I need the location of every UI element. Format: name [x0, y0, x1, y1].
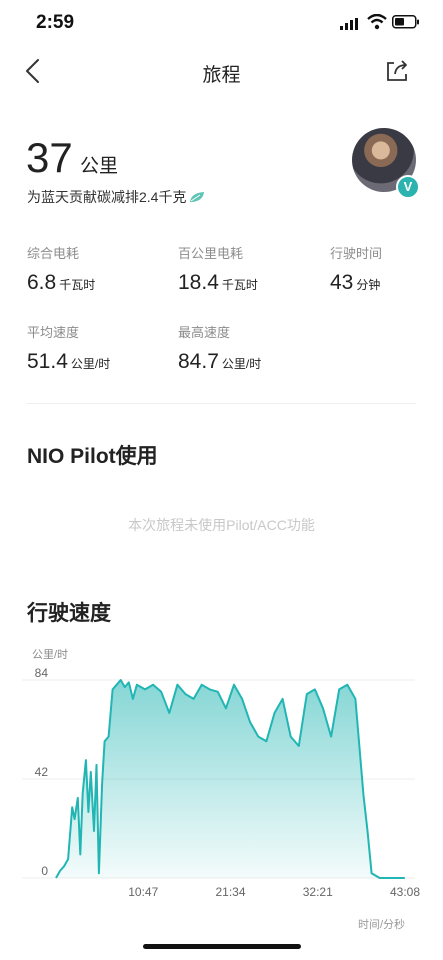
pilot-empty-note: 本次旅程未使用Pilot/ACC功能	[128, 517, 315, 533]
stat-label: 百公里电耗	[178, 246, 244, 261]
section-divider	[26, 403, 416, 404]
stat-unit: 千瓦时	[221, 278, 258, 292]
verified-badge-icon: V	[396, 175, 420, 199]
cellular-signal-icon	[340, 17, 360, 35]
chart-y-tick-label: 84	[35, 666, 49, 680]
speed-section-title: 行驶速度	[27, 602, 111, 625]
page-title: 旅程	[202, 65, 241, 86]
chart-x-tick-label: 43:08	[390, 885, 420, 899]
carbon-reduction: 为蓝天贡献碳减排2.4千克	[27, 187, 205, 207]
chart-x-tick-label: 21:34	[215, 885, 245, 899]
stat-label: 平均速度	[27, 325, 80, 340]
chart-x-axis-label: 时间/分秒	[358, 919, 406, 931]
status-time: 2:59	[36, 12, 75, 33]
stat-unit: 分钟	[356, 278, 381, 292]
stat-max-speed: 最高速度 84.7 公里/时	[178, 322, 261, 374]
chart-x-tick-label: 32:21	[303, 885, 333, 899]
carbon-text: 为蓝天贡献碳减排2.4千克	[27, 189, 187, 205]
distance-unit: 公里	[80, 156, 119, 177]
chart-y-tick-label: 42	[35, 765, 49, 779]
stat-unit: 公里/时	[221, 357, 262, 371]
stat-energy-per-100km: 百公里电耗 18.4 千瓦时	[178, 243, 258, 295]
stat-average-speed: 平均速度 51.4 公里/时	[27, 322, 110, 374]
stat-driving-time: 行驶时间 43 分钟	[330, 243, 382, 295]
stat-total-energy: 综合电耗 6.8 千瓦时	[27, 243, 95, 295]
pilot-section-title: NIO Pilot使用	[27, 445, 158, 468]
share-button[interactable]	[384, 58, 412, 89]
stat-value: 6.8	[27, 271, 57, 294]
stat-value: 43	[330, 271, 354, 294]
wifi-icon	[367, 13, 387, 35]
stat-value: 51.4	[27, 350, 68, 373]
stat-label: 行驶时间	[330, 246, 383, 261]
chart-area-fill	[56, 680, 405, 878]
chart-x-tick-label: 10:47	[128, 885, 158, 899]
home-indicator	[143, 944, 301, 949]
battery-icon	[392, 15, 420, 34]
share-icon	[387, 60, 407, 81]
stat-label: 综合电耗	[27, 246, 80, 261]
chart-y-tick-label: 0	[41, 864, 48, 878]
distance-value: 37	[26, 134, 73, 181]
stat-value: 84.7	[178, 350, 219, 373]
stat-unit: 公里/时	[70, 357, 111, 371]
leaf-icon	[190, 192, 205, 202]
stat-value: 18.4	[178, 271, 219, 294]
stat-unit: 千瓦时	[59, 278, 96, 292]
speed-chart: 0 42 84 10:47 21:34 32:21 43:08	[22, 666, 420, 899]
stat-label: 最高速度	[178, 325, 231, 340]
